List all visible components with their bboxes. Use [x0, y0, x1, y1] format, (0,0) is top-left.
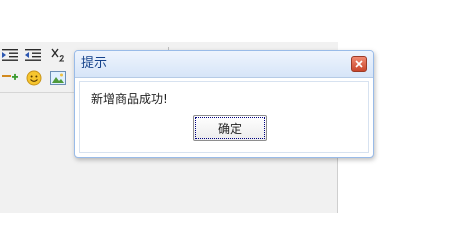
smiley-icon[interactable] [26, 70, 42, 86]
arrow-plus-icon[interactable] [2, 70, 18, 86]
subscript-icon[interactable] [51, 46, 67, 62]
close-icon [355, 60, 363, 68]
outdent-icon[interactable] [25, 47, 41, 63]
dialog-body: 新增商品成功! 确定 [79, 81, 369, 153]
dialog-title: 提示 [81, 56, 108, 71]
close-button[interactable] [351, 56, 367, 72]
indent-icon[interactable] [2, 47, 18, 63]
alert-dialog: 提示 新增商品成功! 确定 [74, 50, 374, 158]
dialog-message: 新增商品成功! [91, 92, 168, 106]
confirm-button[interactable]: 确定 [193, 115, 267, 141]
image-icon[interactable] [50, 70, 66, 86]
dialog-header: 提示 [75, 51, 373, 78]
